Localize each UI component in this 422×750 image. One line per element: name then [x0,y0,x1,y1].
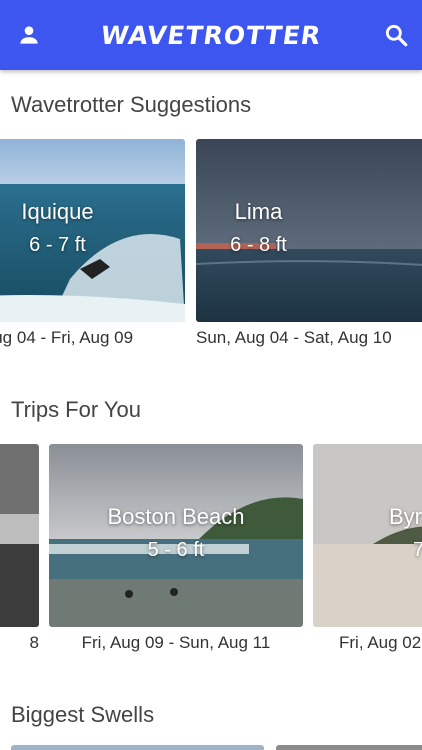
trip-card-dates: Fri, Aug 02 [339,633,422,652]
person-icon [20,26,38,44]
trip-card-partial-left[interactable]: 8 [0,444,39,664]
trip-card-partial-right[interactable]: Byr 7 Fri, Aug 02 [313,444,422,664]
section-title-suggestions: Wavetrotter Suggestions [11,92,252,117]
trip-card-dates: 8 [29,633,39,652]
trip-card-dates: Sun, Aug 04 - Sat, Aug 10 [196,328,392,347]
trip-card-image [313,444,422,627]
trip-card-name: Lima [234,199,283,224]
trip-card-wave-height: 7 [413,539,422,561]
trip-card-iquique[interactable]: Iquique 6 - 7 ft Aug 04 - Fri, Aug 09 [0,139,185,359]
trip-card-name: Boston Beach [107,504,245,529]
section-title-swells: Biggest Swells [11,702,155,727]
search-icon [385,24,408,47]
trip-card-image [0,139,185,322]
swell-card-image[interactable] [11,745,264,750]
trip-card-wave-height: 6 - 8 ft [230,234,287,256]
trip-card-dates: Aug 04 - Fri, Aug 09 [0,328,134,347]
trip-card-name: Byr [389,504,422,529]
profile-button[interactable] [16,22,42,48]
swells-carousel-peek[interactable] [0,745,422,750]
trip-card-image [49,444,303,627]
trip-card-boston-beach[interactable]: Boston Beach 5 - 6 ft Fri, Aug 09 - Sun,… [49,444,303,664]
search-button[interactable] [383,22,409,48]
section-title-trips: Trips For You [11,397,142,422]
trip-card-wave-height: 6 - 7 ft [29,234,86,256]
trip-card-name: Iquique [21,199,94,224]
swell-card-image[interactable] [276,745,422,750]
trip-card-image [196,139,422,322]
trip-card-lima[interactable]: Lima 6 - 8 ft Sun, Aug 04 - Sat, Aug 10 [196,139,422,359]
app-logo: WAVETROTTER [98,20,324,50]
trip-card-wave-height: 5 - 6 ft [147,539,205,561]
trip-card-image [0,444,39,627]
app-header: WAVETROTTER [0,0,422,70]
trip-card-dates: Fri, Aug 09 - Sun, Aug 11 [81,633,271,652]
trips-carousel[interactable]: 8 Boston Beach 5 - 6 ft Fri, Aug 09 - Su… [0,444,422,664]
suggestions-carousel[interactable]: Iquique 6 - 7 ft Aug 04 - Fri, Aug 09 [0,139,422,359]
